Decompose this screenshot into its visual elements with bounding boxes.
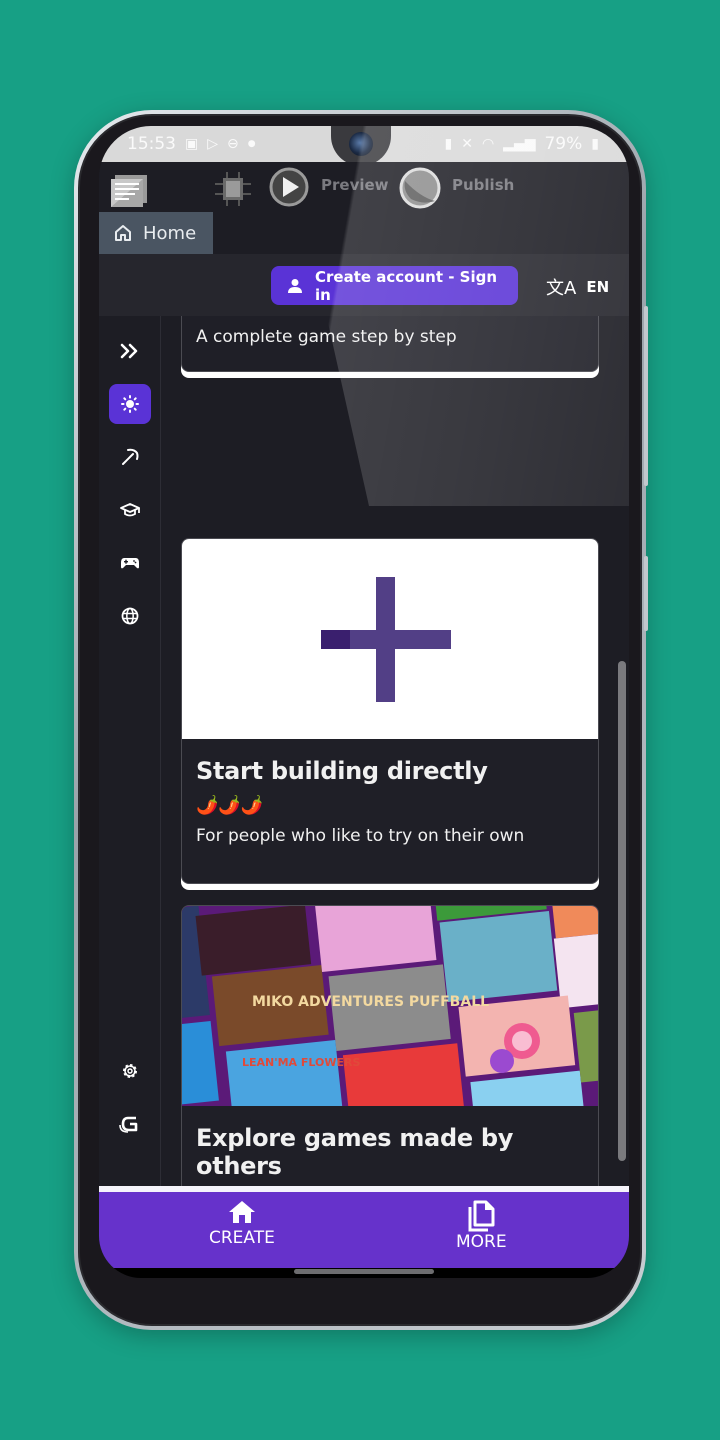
create-account-label: Create account - Sign in xyxy=(315,267,498,304)
card-tutorial[interactable]: A complete game step by step xyxy=(181,316,599,372)
card-explore-games-title: Explore games made by others xyxy=(196,1124,514,1180)
play-icon xyxy=(269,167,309,207)
dot-icon: ● xyxy=(247,139,256,149)
globe-publish-icon xyxy=(399,167,441,209)
sidebar-item-expand[interactable] xyxy=(109,331,151,371)
project-manager-icon xyxy=(111,175,147,207)
publish-label[interactable]: Publish xyxy=(452,176,514,194)
nav-create-label: CREATE xyxy=(209,1228,275,1248)
power-button xyxy=(644,556,648,631)
gallery-icon: ▣ xyxy=(185,136,199,152)
home-indicator[interactable] xyxy=(294,1269,434,1274)
globe-icon xyxy=(121,607,139,625)
sidebar-item-play[interactable] xyxy=(109,543,151,583)
documents-icon xyxy=(468,1200,495,1232)
games-collage: MIKO ADVENTURES PUFFBALL LEAN'MA FLOWERS xyxy=(182,906,598,1106)
sidebar-item-community[interactable] xyxy=(109,596,151,636)
screen: 15:53 ▣ ▷ ⊖ ● ▮ ✕ ◠ ▂▄▆ 79% ▮ Preview Pu… xyxy=(99,126,629,1278)
card-start-building-description: For people who like to try on their own xyxy=(196,826,525,846)
sidebar-item-learn[interactable] xyxy=(109,490,151,530)
language-button[interactable]: 文A EN xyxy=(546,274,609,300)
gdevelop-logo-icon xyxy=(119,1116,138,1133)
wifi-icon: ◠ xyxy=(481,136,495,152)
home-icon xyxy=(228,1201,255,1223)
status-time: 15:53 xyxy=(127,134,176,154)
sidebar xyxy=(99,316,161,1196)
home-content: A complete game step by step Start build… xyxy=(161,316,629,1196)
account-bar: Create account - Sign in 文A EN xyxy=(99,254,629,316)
user-icon xyxy=(288,278,302,293)
home-outline-icon xyxy=(115,225,131,241)
phone-frame: 15:53 ▣ ▷ ⊖ ● ▮ ✕ ◠ ▂▄▆ 79% ▮ Preview Pu… xyxy=(74,110,648,1330)
language-code: EN xyxy=(586,278,610,296)
collage-label-miko: MIKO ADVENTURES PUFFBALL xyxy=(252,994,489,1010)
gear-icon xyxy=(123,1064,137,1078)
battery-percent: 79% xyxy=(544,134,583,154)
sidebar-item-gdevelop[interactable] xyxy=(109,1104,151,1144)
chip-icon xyxy=(215,172,251,206)
create-account-button[interactable]: Create account - Sign in xyxy=(271,266,518,305)
phone-bezel: 15:53 ▣ ▷ ⊖ ● ▮ ✕ ◠ ▂▄▆ 79% ▮ Preview Pu… xyxy=(78,114,648,1326)
chili-pepper-icon: 🌶️🌶️🌶️ xyxy=(196,795,264,816)
card-explore-games[interactable]: MIKO ADVENTURES PUFFBALL LEAN'MA FLOWERS… xyxy=(181,905,599,1196)
card-start-building-image xyxy=(182,539,598,739)
nav-create[interactable]: CREATE xyxy=(209,1200,275,1248)
front-camera xyxy=(349,132,373,156)
preview-label[interactable]: Preview xyxy=(321,176,389,194)
translate-icon: 文A xyxy=(546,278,577,299)
project-manager-button[interactable] xyxy=(109,172,149,208)
debug-button[interactable] xyxy=(213,170,253,208)
signal-icon: ▂▄▆ xyxy=(503,136,536,152)
card-start-building-title: Start building directly xyxy=(196,757,488,785)
plus-icon xyxy=(321,577,451,702)
bottom-navigation: CREATE MORE xyxy=(99,1186,629,1268)
tab-home[interactable]: Home xyxy=(99,212,213,254)
app-toolbar: Preview Publish xyxy=(99,162,629,212)
mute-icon: ✕ xyxy=(461,136,473,152)
publish-button[interactable] xyxy=(399,167,441,209)
sun-icon xyxy=(121,395,139,413)
preview-button[interactable] xyxy=(269,167,309,207)
graduation-cap-icon xyxy=(120,503,140,517)
gamepad-icon xyxy=(121,558,139,569)
battery-saver-icon: ▮ xyxy=(444,136,453,152)
content-scrollbar[interactable] xyxy=(618,661,626,1161)
nav-more-label: MORE xyxy=(456,1232,507,1252)
sidebar-item-get-started[interactable] xyxy=(109,384,151,424)
battery-icon: ▮ xyxy=(591,136,599,152)
card-start-building[interactable]: Start building directly 🌶️🌶️🌶️ For peopl… xyxy=(181,538,599,884)
double-chevron-right-icon xyxy=(120,343,138,359)
play-store-icon: ▷ xyxy=(207,136,219,152)
pickaxe-icon xyxy=(122,448,139,465)
tab-bar: Home xyxy=(99,212,629,254)
tab-home-label: Home xyxy=(143,222,197,244)
card-tutorial-description: A complete game step by step xyxy=(196,327,457,347)
volume-button xyxy=(644,306,648,486)
games-collage-image: MIKO ADVENTURES PUFFBALL LEAN'MA FLOWERS xyxy=(182,906,598,1106)
sidebar-item-settings[interactable] xyxy=(109,1051,151,1091)
sidebar-item-build[interactable] xyxy=(109,437,151,477)
collage-label-flowers: LEAN'MA FLOWERS xyxy=(242,1056,360,1069)
dnd-icon: ⊖ xyxy=(227,136,239,152)
nav-more[interactable]: MORE xyxy=(456,1200,507,1252)
